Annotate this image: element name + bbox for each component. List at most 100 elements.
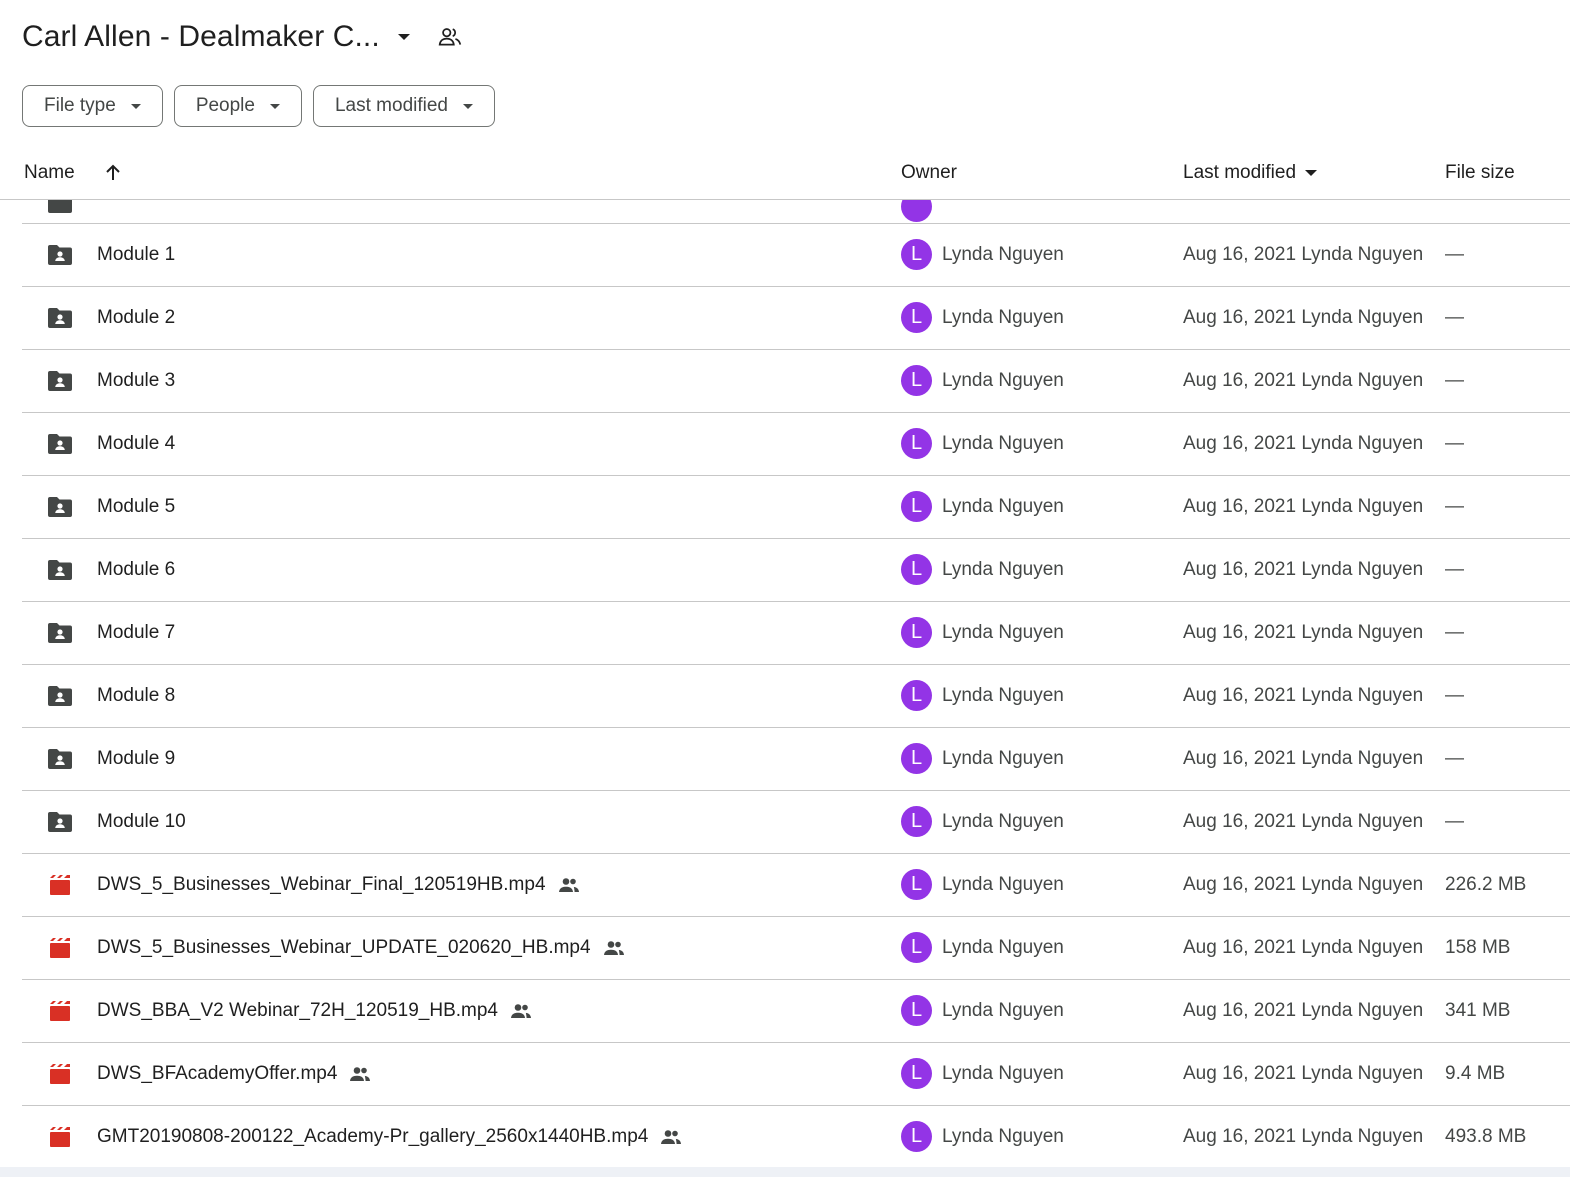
file-name[interactable]: DWS_BBA_V2 Webinar_72H_120519_HB.mp4: [97, 1000, 534, 1022]
last-modified: Aug 16, 2021 Lynda Nguyen: [1183, 811, 1424, 832]
table-row[interactable]: Module 10 L Lynda Nguyen Aug 16, 2021 Lynda…: [22, 791, 1570, 854]
table-row[interactable]: Module 4 L Lynda Nguyen Aug 16, 2021 Lynda …: [22, 413, 1570, 476]
arrow-upward-icon[interactable]: [103, 162, 125, 184]
file-name[interactable]: DWS_5_Businesses_Webinar_UPDATE_020620_H…: [97, 937, 627, 959]
avatar: L: [901, 302, 932, 333]
file-name-text: Module 9: [97, 748, 176, 769]
shared-people-icon[interactable]: [436, 23, 464, 51]
file-size: 493.8 MB: [1445, 1126, 1527, 1147]
name-column-header[interactable]: Name: [24, 162, 125, 184]
file-name[interactable]: Module 6: [97, 559, 175, 581]
owner-name: Lynda Nguyen: [942, 307, 1064, 328]
file-size-column-header: File size: [1445, 162, 1515, 184]
table-row[interactable]: DWS_BFAcademyOffer.mp4 L Lynda Nguyen Aug 1…: [22, 1043, 1570, 1106]
file-name[interactable]: GMT20190808-200122_Academy-Pr_gallery_25…: [97, 1126, 684, 1148]
arrow-drop-down-icon[interactable]: [1304, 166, 1318, 180]
file-name-text: Module 7: [97, 622, 176, 643]
avatar: [901, 200, 932, 222]
folder-title[interactable]: Carl Allen - Dealmaker C...: [22, 20, 380, 54]
owner-name: Lynda Nguyen: [942, 874, 1064, 895]
avatar: L: [901, 995, 932, 1026]
file-name[interactable]: Module 4: [97, 433, 175, 455]
owner-name: Lynda Nguyen: [942, 370, 1064, 391]
owner-name: Lynda Nguyen: [942, 433, 1064, 454]
last-modified-column-header[interactable]: Last modified: [1183, 162, 1318, 184]
file-name[interactable]: Module 8: [97, 685, 175, 707]
file-name-text: DWS_BBA_V2 Webinar_72H_120519_HB.mp4: [97, 1000, 498, 1021]
file-name[interactable]: Module 9: [97, 748, 175, 770]
owner-name: Lynda Nguyen: [942, 559, 1064, 580]
file-name-text: GMT20190808-200122_Academy-Pr_gallery_25…: [97, 1126, 649, 1147]
last-modified: Aug 16, 2021 Lynda Nguyen: [1183, 496, 1424, 517]
chevron-down-icon: [462, 99, 476, 113]
chevron-down-icon: [130, 99, 144, 113]
last-modified-filter[interactable]: Last modified: [312, 85, 495, 127]
shared-folder-icon: [46, 306, 74, 330]
shared-icon: [660, 1128, 684, 1146]
table-row[interactable]: Module 2 L Lynda Nguyen Aug 16, 2021 Lynda …: [22, 287, 1570, 350]
file-name-text: DWS_BFAcademyOffer.mp4: [97, 1063, 338, 1084]
file-name-text: DWS_5_Businesses_Webinar_UPDATE_020620_H…: [97, 937, 591, 958]
shared-icon: [349, 1065, 373, 1083]
column-headers: Name Owner Last modified File size: [0, 150, 1570, 200]
chip-label: People: [195, 95, 255, 116]
people-filter[interactable]: People: [173, 85, 302, 127]
last-modified: Aug 16, 2021 Lynda Nguyen: [1183, 370, 1424, 391]
horizontal-scrollbar-track: [0, 1167, 1570, 1177]
file-name[interactable]: DWS_5_Businesses_Webinar_Final_120519HB.…: [97, 874, 582, 896]
arrow-drop-down-icon[interactable]: [392, 25, 416, 49]
file-name[interactable]: Module 5: [97, 496, 175, 518]
file-size: —: [1445, 244, 1464, 265]
owner-name: Lynda Nguyen: [942, 622, 1064, 643]
drive-folder-view: Carl Allen - Dealmaker C... File type Pe…: [0, 0, 1570, 1177]
file-name[interactable]: Module 1: [97, 244, 175, 266]
owner-name: Lynda Nguyen: [942, 1126, 1064, 1147]
file-name-text: Module 1: [97, 244, 176, 265]
file-name-text: Module 5: [97, 496, 176, 517]
file-size: —: [1445, 307, 1464, 328]
file-size: —: [1445, 748, 1464, 769]
table-row[interactable]: DWS_BBA_V2 Webinar_72H_120519_HB.mp4 L Lyn…: [22, 980, 1570, 1043]
shared-folder-icon: [46, 243, 74, 267]
file-name-text: Module 3: [97, 370, 176, 391]
file-name[interactable]: Module 7: [97, 622, 175, 644]
avatar: L: [901, 491, 932, 522]
last-modified: Aug 16, 2021 Lynda Nguyen: [1183, 685, 1424, 706]
table-row[interactable]: Module 7 L Lynda Nguyen Aug 16, 2021 Lynda …: [22, 602, 1570, 665]
file-type-filter[interactable]: File type: [22, 85, 163, 127]
file-name[interactable]: Module 3: [97, 370, 175, 392]
table-row[interactable]: GMT20190808-200122_Academy-Pr_gallery_25…: [22, 1106, 1570, 1169]
file-size: —: [1445, 685, 1464, 706]
avatar: L: [901, 617, 932, 648]
owner-name: Lynda Nguyen: [942, 748, 1064, 769]
table-row[interactable]: Module 9 L Lynda Nguyen Aug 16, 2021 Lynda …: [22, 728, 1570, 791]
shared-folder-icon: [46, 684, 74, 708]
file-name[interactable]: Module 2: [97, 307, 175, 329]
folder-header: Carl Allen - Dealmaker C...: [22, 14, 464, 60]
video-file-icon: [46, 999, 74, 1023]
table-row[interactable]: Module 3 L Lynda Nguyen Aug 16, 2021 Lynda …: [22, 350, 1570, 413]
table-row[interactable]: DWS_5_Businesses_Webinar_UPDATE_020620_H…: [22, 917, 1570, 980]
last-modified: Aug 16, 2021 Lynda Nguyen: [1183, 244, 1424, 265]
file-list: Module 1 L Lynda Nguyen Aug 16, 2021 Lynda …: [22, 200, 1570, 1177]
shared-folder-icon: [46, 495, 74, 519]
chip-label: File type: [44, 95, 116, 116]
chip-label: Last modified: [334, 95, 448, 116]
table-row[interactable]: DWS_5_Businesses_Webinar_Final_120519HB.…: [22, 854, 1570, 917]
table-row[interactable]: Module 5 L Lynda Nguyen Aug 16, 2021 Lynda …: [22, 476, 1570, 539]
file-name[interactable]: Module 10: [97, 811, 186, 833]
last-modified: Aug 16, 2021 Lynda Nguyen: [1183, 1126, 1424, 1147]
table-row[interactable]: Module 8 L Lynda Nguyen Aug 16, 2021 Lynda …: [22, 665, 1570, 728]
shared-folder-icon: [46, 432, 74, 456]
table-row[interactable]: Module 6 L Lynda Nguyen Aug 16, 2021 Lynda …: [22, 539, 1570, 602]
avatar: L: [901, 932, 932, 963]
last-modified: Aug 16, 2021 Lynda Nguyen: [1183, 874, 1424, 895]
last-modified: Aug 16, 2021 Lynda Nguyen: [1183, 748, 1424, 769]
avatar: L: [901, 428, 932, 459]
table-row[interactable]: [22, 200, 1570, 224]
shared-folder-icon: [46, 558, 74, 582]
file-size: —: [1445, 433, 1464, 454]
file-name[interactable]: DWS_BFAcademyOffer.mp4: [97, 1063, 373, 1085]
avatar: L: [901, 1058, 932, 1089]
table-row[interactable]: Module 1 L Lynda Nguyen Aug 16, 2021 Lynda …: [22, 224, 1570, 287]
